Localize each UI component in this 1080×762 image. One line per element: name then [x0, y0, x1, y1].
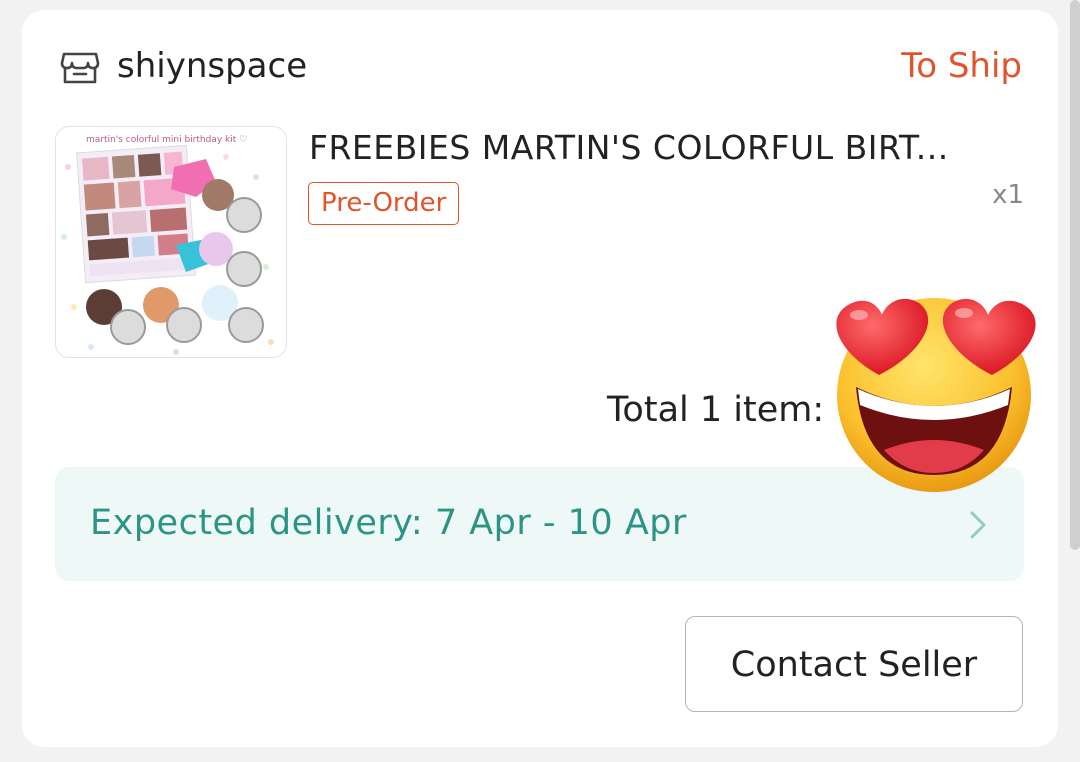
heart-eyes-emoji-sticker	[836, 298, 1036, 492]
expected-delivery-text: Expected delivery: 7 Apr - 10 Apr	[90, 503, 687, 543]
shop-icon	[60, 52, 100, 84]
contact-seller-button[interactable]: Contact Seller	[685, 616, 1023, 712]
pre-order-badge: Pre-Order	[308, 182, 460, 225]
shop-name[interactable]: shiynspace	[117, 46, 307, 86]
order-status: To Ship	[901, 46, 1022, 86]
chevron-right-icon	[970, 511, 986, 539]
scrollbar[interactable]	[1070, 0, 1080, 550]
thumbnail-caption: martin's colorful mini birthday kit ♡	[86, 135, 247, 145]
order-total: Total 1 item:	[607, 390, 825, 430]
product-thumbnail[interactable]: martin's colorful mini birthday kit ♡	[55, 126, 287, 358]
product-quantity: x1	[992, 180, 1024, 210]
product-title[interactable]: FREEBIES MARTIN'S COLORFUL BIRT...	[309, 128, 1019, 167]
